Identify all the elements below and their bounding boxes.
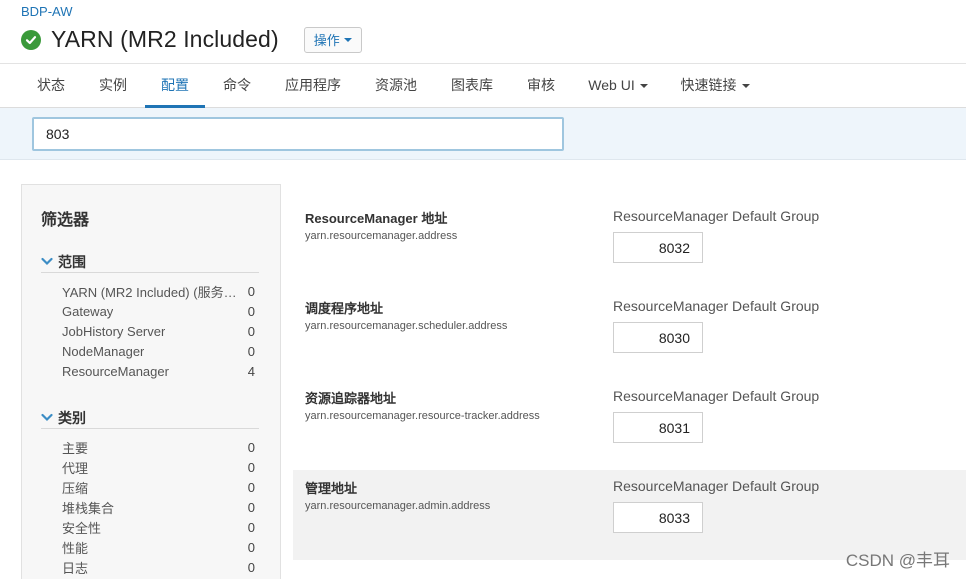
property-display-name: 资源追踪器地址 xyxy=(305,391,397,406)
property-value-input[interactable] xyxy=(613,502,703,533)
caret-down-icon xyxy=(343,37,352,42)
property-display-name: ResourceManager 地址 xyxy=(305,211,448,226)
filter-item[interactable]: NodeManager 0 xyxy=(62,341,259,361)
tab-chart-library[interactable]: 图表库 xyxy=(440,64,504,108)
config-property-row: ResourceManager 地址 yarn.resourcemanager.… xyxy=(293,200,966,290)
tab-quick-links[interactable]: 快速链接 xyxy=(672,64,758,108)
filter-item[interactable]: 主要 0 xyxy=(62,437,259,457)
service-tabs: 状态 实例 配置 命令 应用程序 资源池 图表库 审核 Web UI 快速链接 xyxy=(0,63,966,108)
filter-item[interactable]: 安全性 0 xyxy=(62,517,259,537)
tab-commands[interactable]: 命令 xyxy=(208,64,266,108)
property-key: yarn.resourcemanager.scheduler.address xyxy=(305,320,508,332)
watermark-text: CSDN @丰耳 xyxy=(845,551,950,570)
chevron-down-icon xyxy=(41,256,53,268)
tab-web-ui[interactable]: Web UI xyxy=(582,64,654,108)
category-filter-list: 主要 0 代理 0 压缩 0 堆栈集合 0 安全性 0 性能 0 日志 0 xyxy=(41,437,259,577)
property-value-input[interactable] xyxy=(613,232,703,263)
tab-instances[interactable]: 实例 xyxy=(84,64,142,108)
caret-down-icon xyxy=(639,84,648,89)
category-section-toggle[interactable]: 类别 xyxy=(41,407,259,429)
chevron-down-icon xyxy=(41,412,53,424)
property-value-input[interactable] xyxy=(613,322,703,353)
scope-section-toggle[interactable]: 范围 xyxy=(41,251,259,273)
filter-item[interactable]: YARN (MR2 Included) (服务… 0 xyxy=(62,281,259,301)
config-property-row: 调度程序地址 yarn.resourcemanager.scheduler.ad… xyxy=(293,290,966,380)
property-key: yarn.resourcemanager.address xyxy=(305,230,458,242)
property-display-name: 管理地址 xyxy=(305,481,358,496)
filter-panel: 筛选器 范围 YARN (MR2 Included) (服务… 0 Gateway… xyxy=(21,184,281,579)
property-role-group: ResourceManager Default Group xyxy=(613,478,820,494)
filter-item[interactable]: 代理 0 xyxy=(62,457,259,477)
property-role-group: ResourceManager Default Group xyxy=(613,208,820,224)
tab-audits[interactable]: 审核 xyxy=(513,64,569,108)
filter-item[interactable]: 压缩 0 xyxy=(62,477,259,497)
property-key: yarn.resourcemanager.admin.address xyxy=(305,500,491,512)
service-header: YARN (MR2 Included) 操作 xyxy=(21,26,362,53)
actions-dropdown-button[interactable]: 操作 xyxy=(303,26,362,53)
category-section-label: 类别 xyxy=(58,409,86,426)
config-search-input[interactable] xyxy=(32,117,564,151)
page-title: YARN (MR2 Included) xyxy=(51,26,279,52)
caret-down-icon xyxy=(741,84,750,89)
filter-item[interactable]: 性能 0 xyxy=(62,537,259,557)
config-property-row: 资源追踪器地址 yarn.resourcemanager.resource-tr… xyxy=(293,380,966,470)
filter-item[interactable]: JobHistory Server 0 xyxy=(62,321,259,341)
filter-item[interactable]: ResourceManager 4 xyxy=(62,361,259,381)
config-results-list: ResourceManager 地址 yarn.resourcemanager.… xyxy=(293,200,966,560)
property-value-input[interactable] xyxy=(613,412,703,443)
property-display-name: 调度程序地址 xyxy=(305,301,384,316)
filter-panel-title: 筛选器 xyxy=(41,212,90,229)
filter-item[interactable]: 堆栈集合 0 xyxy=(62,497,259,517)
tab-resource-pools[interactable]: 资源池 xyxy=(362,64,430,108)
tab-applications[interactable]: 应用程序 xyxy=(277,64,349,108)
property-key: yarn.resourcemanager.resource-tracker.ad… xyxy=(305,410,540,422)
cluster-link[interactable]: BDP-AW xyxy=(21,4,73,19)
property-role-group: ResourceManager Default Group xyxy=(613,298,820,314)
scope-section-label: 范围 xyxy=(58,253,86,270)
filter-item[interactable]: 日志 0 xyxy=(62,557,259,577)
filter-section-category: 类别 主要 0 代理 0 压缩 0 堆栈集合 0 安全性 0 性能 0 日志 0 xyxy=(41,407,259,577)
tab-status[interactable]: 状态 xyxy=(22,64,80,108)
status-good-check-icon xyxy=(21,29,41,50)
search-bar-area xyxy=(0,108,966,160)
property-role-group: ResourceManager Default Group xyxy=(613,388,820,404)
actions-button-label: 操作 xyxy=(313,33,340,48)
filter-section-scope: 范围 YARN (MR2 Included) (服务… 0 Gateway 0 Jo… xyxy=(41,251,259,381)
scope-filter-list: YARN (MR2 Included) (服务… 0 Gateway 0 JobHi… xyxy=(41,281,259,381)
filter-item[interactable]: Gateway 0 xyxy=(62,301,259,321)
tab-configuration[interactable]: 配置 xyxy=(145,64,205,108)
